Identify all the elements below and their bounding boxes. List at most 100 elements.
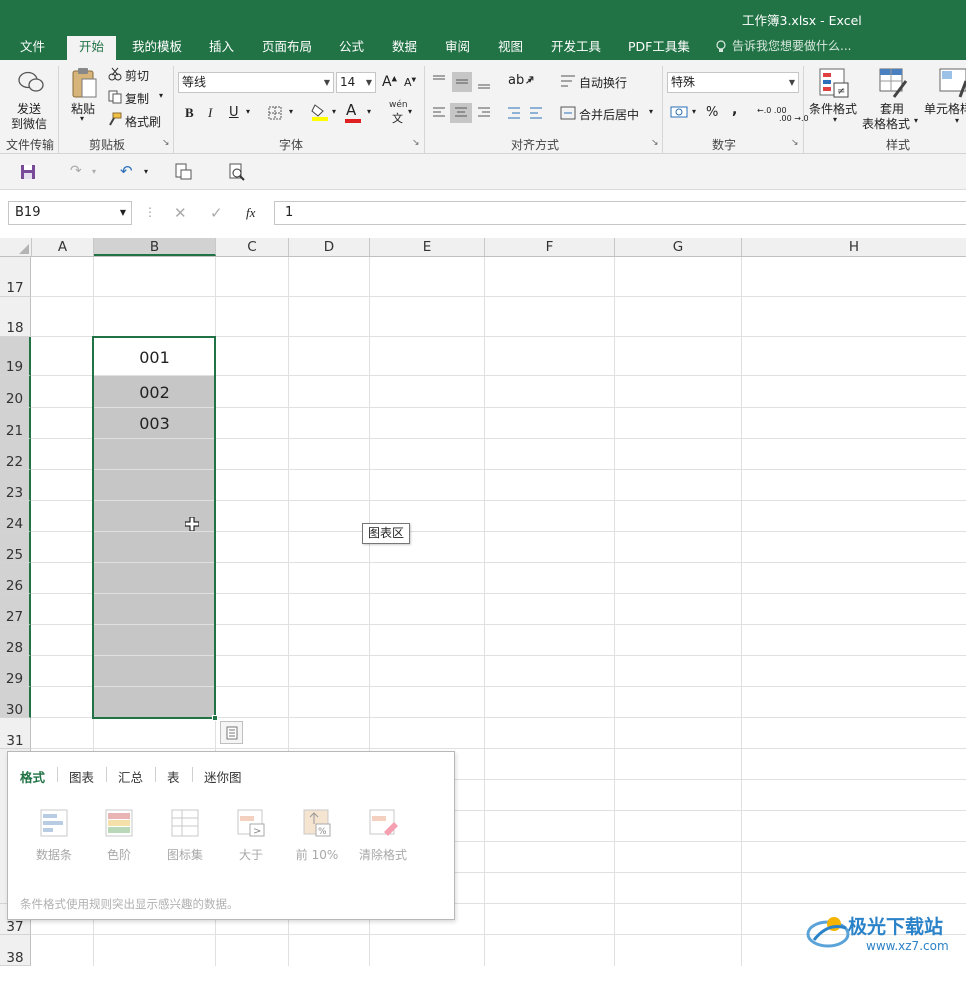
row-header-24[interactable]: 24 — [0, 501, 31, 532]
italic-button[interactable]: I — [208, 105, 212, 121]
cut-button[interactable]: 剪切 — [125, 67, 149, 84]
row-header-29[interactable]: 29 — [0, 656, 31, 687]
fill-color-dropdown-icon[interactable]: ▾ — [332, 107, 336, 116]
copy-button[interactable]: 复制 — [125, 90, 149, 107]
column-header-f[interactable]: F — [485, 238, 615, 256]
column-header-g[interactable]: G — [615, 238, 742, 256]
font-size-combo[interactable]: 14 ▼ — [336, 72, 376, 93]
quick-analysis-button[interactable] — [220, 721, 243, 744]
row-header-31[interactable]: 31 — [0, 718, 31, 749]
vertical-align-icons[interactable] — [430, 72, 516, 92]
number-launcher-icon[interactable]: ↘ — [791, 138, 799, 148]
qa-tab-tables[interactable]: 表 — [167, 767, 180, 786]
fill-handle[interactable] — [212, 715, 218, 721]
undo-icon[interactable]: ↶ — [120, 162, 133, 180]
conditional-format-icon[interactable]: ≠ — [818, 67, 850, 99]
row-header-25[interactable]: 25 — [0, 532, 31, 563]
alignment-launcher-icon[interactable]: ↘ — [651, 138, 659, 148]
qa-item-icon-set[interactable]: 图标集 — [160, 808, 210, 863]
print-preview-icon[interactable] — [174, 163, 192, 181]
tab-review[interactable]: 审阅 — [445, 36, 470, 60]
phonetic-guide-button[interactable]: wén — [389, 100, 408, 110]
merge-dropdown-icon[interactable]: ▾ — [649, 107, 653, 116]
row-header-30[interactable]: 30 — [0, 687, 31, 718]
tell-me-search[interactable]: 告诉我您想要做什么... — [732, 36, 851, 57]
cell-styles-icon[interactable] — [938, 67, 966, 99]
insert-function-button[interactable]: fx — [246, 205, 255, 221]
table-format-dropdown-icon[interactable]: ▾ — [914, 116, 918, 125]
tab-data[interactable]: 数据 — [392, 36, 417, 60]
row-header-28[interactable]: 28 — [0, 625, 31, 656]
tab-pdf-tools[interactable]: PDF工具集 — [628, 36, 690, 60]
row-header-38[interactable]: 38 — [0, 935, 31, 966]
row-header-20[interactable]: 20 — [0, 376, 31, 408]
shrink-font-button[interactable]: A▼ — [404, 76, 416, 89]
column-header-h[interactable]: H — [742, 238, 966, 256]
phonetic-dropdown-icon[interactable]: ▾ — [408, 107, 412, 116]
font-color-dropdown-icon[interactable]: ▾ — [367, 107, 371, 116]
qa-tab-charts[interactable]: 图表 — [69, 767, 94, 786]
column-header-c[interactable]: C — [216, 238, 289, 256]
grow-font-button[interactable]: A▲ — [382, 74, 397, 90]
tab-file[interactable]: 文件 — [20, 36, 45, 60]
bold-button[interactable]: B — [185, 105, 194, 121]
zoom-preview-icon[interactable] — [228, 163, 246, 181]
conditional-format-dropdown-icon[interactable]: ▾ — [833, 115, 837, 124]
cancel-icon[interactable]: ✕ — [174, 204, 187, 222]
percent-button[interactable]: % — [706, 105, 718, 120]
borders-icon[interactable] — [268, 106, 282, 120]
orientation-dropdown-icon[interactable]: ▾ — [528, 76, 532, 85]
tab-insert[interactable]: 插入 — [209, 36, 234, 60]
row-header-26[interactable]: 26 — [0, 563, 31, 594]
paste-icon[interactable] — [70, 67, 98, 99]
copy-dropdown-icon[interactable]: ▾ — [159, 91, 163, 100]
column-header-b[interactable]: B — [94, 238, 216, 256]
underline-dropdown-icon[interactable]: ▾ — [246, 107, 250, 116]
qa-tab-format[interactable]: 格式 — [20, 767, 45, 786]
save-icon[interactable] — [20, 164, 36, 180]
paste-dropdown-icon[interactable]: ▾ — [80, 114, 84, 123]
table-format-icon[interactable] — [878, 67, 908, 99]
indent-icons[interactable] — [506, 105, 546, 121]
redo-icon[interactable]: ↷ — [70, 163, 82, 179]
formula-input[interactable]: 1 — [274, 201, 966, 225]
fill-color-icon[interactable] — [311, 103, 329, 121]
name-box[interactable]: B19 ▼ — [8, 201, 132, 225]
enter-icon[interactable]: ✓ — [210, 204, 223, 222]
qa-item-color-scale[interactable]: 色阶 — [94, 808, 144, 863]
row-header-18[interactable]: 18 — [0, 297, 31, 337]
qa-item-greater-than[interactable]: > 大于 — [226, 808, 276, 863]
select-all-icon[interactable] — [18, 243, 30, 255]
tab-home[interactable]: 开始 — [67, 36, 117, 60]
clipboard-launcher-icon[interactable]: ↘ — [162, 138, 170, 148]
tab-view[interactable]: 视图 — [498, 36, 523, 60]
font-name-combo[interactable]: 等线 ▼ — [178, 72, 334, 93]
tab-page-layout[interactable]: 页面布局 — [262, 36, 312, 60]
cell-styles-button[interactable]: 单元格样式 — [924, 100, 966, 117]
row-header-27[interactable]: 27 — [0, 594, 31, 625]
underline-button[interactable]: U — [229, 105, 239, 120]
row-header-19[interactable]: 19 — [0, 337, 31, 376]
send-wechat-label-2[interactable]: 到微信 — [11, 115, 47, 132]
number-format-combo[interactable]: 特殊 ▼ — [667, 72, 799, 93]
font-launcher-icon[interactable]: ↘ — [412, 138, 420, 148]
cell-styles-dropdown-icon[interactable]: ▾ — [955, 116, 959, 125]
tab-developer[interactable]: 开发工具 — [551, 36, 601, 60]
qa-item-clear-format[interactable]: 清除格式 — [357, 808, 409, 863]
column-header-e[interactable]: E — [370, 238, 485, 256]
qa-tab-sparklines[interactable]: 迷你图 — [204, 767, 242, 786]
borders-dropdown-icon[interactable]: ▾ — [289, 107, 293, 116]
row-header-23[interactable]: 23 — [0, 470, 31, 501]
horizontal-align-icons[interactable] — [430, 103, 496, 123]
decrease-decimal-button[interactable]: .00 →.0 — [779, 114, 809, 123]
qa-item-data-bars[interactable]: 数据条 — [29, 808, 79, 863]
redo-dropdown-icon[interactable]: ▾ — [92, 167, 96, 176]
undo-dropdown-icon[interactable]: ▾ — [144, 167, 148, 176]
column-header-d[interactable]: D — [289, 238, 370, 256]
wechat-icon[interactable] — [17, 70, 45, 94]
row-header-22[interactable]: 22 — [0, 439, 31, 470]
row-header-17[interactable]: 17 — [0, 257, 31, 297]
wrap-text-button[interactable]: 自动换行 — [579, 74, 627, 91]
qa-item-top-10[interactable]: % 前 10% — [292, 808, 342, 863]
row-header-21[interactable]: 21 — [0, 408, 31, 439]
